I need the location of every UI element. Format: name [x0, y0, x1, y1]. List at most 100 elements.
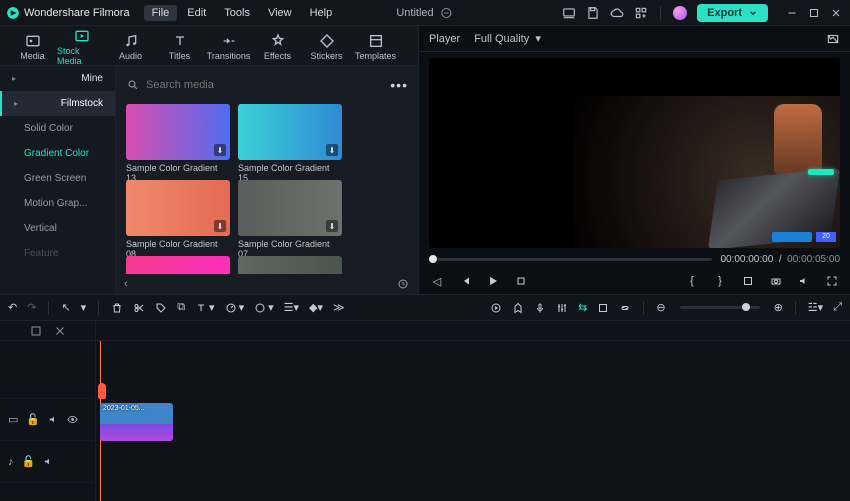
- download-icon[interactable]: ⬇: [214, 220, 226, 232]
- library-tabs: Media Stock Media Audio Titles Transitio…: [0, 26, 418, 66]
- undo-button[interactable]: ↶: [8, 301, 17, 314]
- user-avatar[interactable]: [673, 6, 687, 20]
- more-tools[interactable]: ≫: [333, 301, 345, 314]
- track-mute-icon[interactable]: [48, 414, 59, 425]
- window-minimize-icon[interactable]: [786, 7, 798, 19]
- more-options-icon[interactable]: •••: [390, 77, 408, 93]
- history-icon[interactable]: [396, 277, 410, 291]
- tab-audio[interactable]: Audio: [106, 31, 155, 61]
- mark-out-button[interactable]: }: [712, 273, 728, 289]
- playhead-handle[interactable]: [98, 383, 106, 399]
- media-thumb[interactable]: ⬇: [126, 104, 230, 160]
- download-icon[interactable]: ⬇: [214, 144, 226, 156]
- sidebar-item-green-screen[interactable]: Green Screen: [0, 166, 115, 191]
- title-tool[interactable]: ▾: [195, 301, 215, 314]
- zoom-in-button[interactable]: ⊕: [774, 301, 783, 314]
- menu-help[interactable]: Help: [302, 5, 341, 21]
- crop-tool[interactable]: ⧉: [177, 301, 185, 314]
- track-lock-icon[interactable]: 🔓: [26, 413, 40, 426]
- auto-tool[interactable]: ⇆: [578, 301, 587, 314]
- speed-tool[interactable]: ▾: [225, 301, 245, 314]
- effects-tool[interactable]: ☰▾: [284, 301, 299, 314]
- render-button[interactable]: [490, 302, 502, 314]
- media-thumb[interactable]: ⬇: [238, 256, 342, 274]
- video-track-header[interactable]: ▭ 🔓: [0, 399, 95, 441]
- track-lock-icon[interactable]: 🔓: [22, 455, 36, 468]
- play-button[interactable]: [485, 273, 501, 289]
- sidebar-item-motion-graphics[interactable]: Motion Grap...: [0, 191, 115, 216]
- fit-timeline[interactable]: ⤢: [833, 301, 842, 314]
- color-tool[interactable]: ▾: [254, 301, 274, 314]
- audio-track-header[interactable]: ♪ 🔓: [0, 441, 95, 483]
- sidebar-group-mine[interactable]: Mine: [0, 66, 115, 91]
- stop-button[interactable]: [513, 273, 529, 289]
- search-input[interactable]: [146, 79, 384, 91]
- sidebar-item-solid-color[interactable]: Solid Color: [0, 116, 115, 141]
- text-tool[interactable]: ▾: [81, 301, 87, 314]
- link-tool[interactable]: [619, 302, 631, 314]
- snapshot-icon[interactable]: [826, 32, 840, 46]
- marker-tool[interactable]: [512, 302, 524, 314]
- nav-back-icon[interactable]: ‹: [124, 278, 128, 290]
- menu-file[interactable]: File: [144, 5, 178, 21]
- sidebar-item-feature[interactable]: Feature: [0, 241, 115, 266]
- tab-templates[interactable]: Templates: [351, 31, 400, 61]
- camera-icon[interactable]: [768, 273, 784, 289]
- mixer-button[interactable]: [556, 302, 568, 314]
- media-thumb[interactable]: ⬇: [126, 180, 230, 236]
- window-close-icon[interactable]: [830, 7, 842, 19]
- playhead-slider[interactable]: [429, 258, 712, 261]
- prev-frame-button[interactable]: ◁: [429, 273, 445, 289]
- media-thumb[interactable]: ⬇: [238, 104, 342, 160]
- zoom-out-button[interactable]: ⊖: [656, 301, 665, 314]
- volume-icon[interactable]: [796, 273, 812, 289]
- sidebar-item-vertical[interactable]: Vertical: [0, 216, 115, 241]
- play-backward-button[interactable]: [457, 273, 473, 289]
- tab-effects[interactable]: Effects: [253, 31, 302, 61]
- track-add-icon[interactable]: [29, 324, 43, 338]
- timeline-tracks[interactable]: 2023-01-05...: [96, 341, 850, 501]
- video-preview[interactable]: 20: [429, 58, 840, 248]
- menu-tools[interactable]: Tools: [216, 5, 258, 21]
- pointer-tool[interactable]: ↖: [61, 301, 70, 314]
- sidebar-group-filmstock[interactable]: Filmstock: [0, 91, 115, 116]
- tab-stock-media[interactable]: Stock Media: [57, 26, 106, 66]
- tab-stickers[interactable]: Stickers: [302, 31, 351, 61]
- apps-icon[interactable]: [634, 6, 648, 20]
- save-icon[interactable]: [586, 6, 600, 20]
- track-clear-icon[interactable]: [53, 324, 67, 338]
- menu-edit[interactable]: Edit: [179, 5, 214, 21]
- fullscreen-icon[interactable]: [824, 273, 840, 289]
- tab-media[interactable]: Media: [8, 31, 57, 61]
- tab-titles[interactable]: Titles: [155, 31, 204, 61]
- video-clip[interactable]: 2023-01-05...: [100, 403, 173, 441]
- split-button[interactable]: [133, 302, 145, 314]
- mark-in-button[interactable]: {: [684, 273, 700, 289]
- track-visibility-icon[interactable]: [67, 414, 78, 425]
- delete-button[interactable]: [111, 302, 123, 314]
- tag-button[interactable]: [155, 302, 167, 314]
- track-mute-icon[interactable]: [43, 456, 54, 467]
- cloud-icon[interactable]: [610, 6, 624, 20]
- media-thumb[interactable]: ⬇: [238, 180, 342, 236]
- window-maximize-icon[interactable]: [808, 7, 820, 19]
- timeline-ruler[interactable]: 00:0000:00:05:0000:00:10:0000:00:15:0000…: [0, 321, 850, 341]
- sidebar-item-gradient-color[interactable]: Gradient Color: [0, 141, 115, 166]
- crop-icon[interactable]: [740, 273, 756, 289]
- quality-dropdown[interactable]: Full Quality ▾: [474, 32, 541, 45]
- download-icon[interactable]: ⬇: [326, 220, 338, 232]
- media-thumb-label: Sample Color Gradient 13: [126, 162, 230, 178]
- export-button[interactable]: Export: [697, 4, 768, 22]
- zoom-slider[interactable]: [680, 306, 760, 309]
- media-thumb[interactable]: ⬇: [126, 256, 230, 274]
- track-options[interactable]: ☳▾: [808, 301, 823, 314]
- magnet-tool[interactable]: [597, 302, 609, 314]
- menu-view[interactable]: View: [260, 5, 300, 21]
- document-title-area: Untitled: [396, 6, 453, 20]
- download-icon[interactable]: ⬇: [326, 144, 338, 156]
- redo-button[interactable]: ↷: [27, 301, 36, 314]
- device-icon[interactable]: [562, 6, 576, 20]
- tab-transitions[interactable]: Transitions: [204, 31, 253, 61]
- keyframe-tool[interactable]: ◆▾: [309, 301, 323, 314]
- voiceover-button[interactable]: [534, 302, 546, 314]
